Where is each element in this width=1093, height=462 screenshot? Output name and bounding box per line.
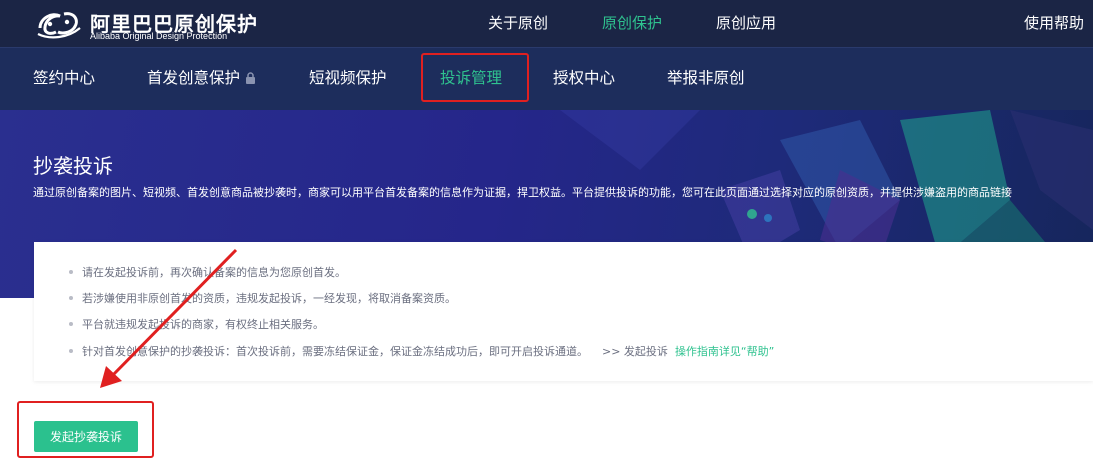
- notice-card: [34, 242, 1093, 381]
- bullet-icon: [69, 322, 73, 326]
- page-description: 通过原创备案的图片、短视频、首发创意商品被抄袭时，商家可以用平台首发备案的信息作…: [33, 186, 1012, 199]
- sub-nav-first-creative[interactable]: 首发创意保护: [147, 47, 256, 110]
- lock-icon: [245, 48, 256, 110]
- logo-subtitle: Alibaba Original Design Protection: [90, 31, 228, 41]
- bullet-icon: [69, 270, 73, 274]
- bullet-icon: [69, 349, 73, 353]
- help-guide-link[interactable]: 操作指南详见“帮助”: [675, 345, 774, 358]
- sub-nav-video[interactable]: 短视频保护: [309, 47, 387, 110]
- page-title: 抄袭投诉: [33, 154, 113, 178]
- sub-nav-report[interactable]: 举报非原创: [667, 47, 745, 110]
- notice-item: 若涉嫌使用非原创首发的资质，违规发起投诉，一经发现，将取消备案资质。: [69, 290, 456, 306]
- notice-item: 请在发起投诉前，再次确认备案的信息为您原创首发。: [69, 264, 346, 280]
- top-nav-applications[interactable]: 原创应用: [716, 0, 776, 47]
- notice-item: 平台就违规发起投诉的商家，有权终止相关服务。: [69, 316, 324, 332]
- sub-nav-authorization[interactable]: 授权中心: [553, 47, 615, 110]
- start-complaint-label: >> 发起投诉: [602, 345, 668, 358]
- top-nav-protection[interactable]: 原创保护: [602, 0, 662, 47]
- notice-item: 针对首发创意保护的抄袭投诉：首次投诉前，需要冻结保证金，保证金冻结成功后，即可开…: [69, 343, 774, 359]
- alibaba-logo[interactable]: 阿里巴巴原创保护 Alibaba Original Design Protect…: [34, 6, 257, 42]
- start-plagiarism-complaint-button[interactable]: 发起抄袭投诉: [34, 421, 138, 452]
- bullet-icon: [69, 296, 73, 300]
- sub-nav-sign-center[interactable]: 签约中心: [33, 47, 95, 110]
- top-nav-help[interactable]: 使用帮助: [1024, 0, 1084, 47]
- top-nav-about[interactable]: 关于原创: [488, 0, 548, 47]
- tab-highlight-box: [421, 53, 529, 102]
- alibaba-logo-mark-icon: [37, 12, 81, 39]
- sub-nav-first-creative-label: 首发创意保护: [147, 69, 241, 87]
